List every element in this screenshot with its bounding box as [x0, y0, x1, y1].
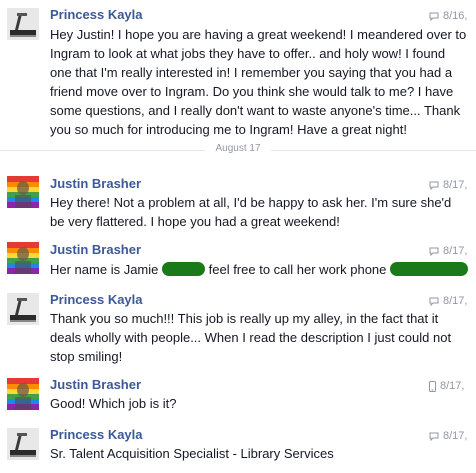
sender-name[interactable]: Princess Kayla: [50, 427, 143, 442]
message-time: 8/17,: [429, 295, 467, 307]
treadmill-avatar[interactable]: [7, 428, 39, 460]
message-body: Her name is Jamie feel free to call her …: [50, 260, 470, 279]
sender-name[interactable]: Justin Brasher: [50, 377, 141, 392]
rainbow-avatar[interactable]: [7, 176, 39, 208]
message-line: some questions, and I really don't want …: [50, 103, 461, 118]
sender-name[interactable]: Justin Brasher: [50, 242, 141, 257]
message-body: Good! Which job is it?: [50, 394, 470, 413]
treadmill-avatar[interactable]: [7, 8, 39, 40]
message-line: you so much for introducing me to Ingram…: [50, 122, 407, 137]
message-line: stop smiling!: [50, 349, 123, 364]
message-date: 8/17,: [443, 295, 468, 307]
message-date: 8/17,: [440, 380, 465, 392]
message-time: 8/17,: [429, 245, 467, 257]
message-line: Hey there! Not a problem at all, I'd be …: [50, 195, 452, 210]
treadmill-avatar[interactable]: [7, 293, 39, 325]
message-time: 8/17,: [429, 179, 467, 191]
sender-name[interactable]: Princess Kayla: [50, 292, 143, 307]
chat-bubble-icon: [429, 12, 439, 21]
rainbow-avatar[interactable]: [7, 242, 39, 274]
message-line: one that I'm really interested in! I rem…: [50, 65, 453, 80]
message-date: 8/17,: [443, 245, 468, 257]
sender-name[interactable]: Princess Kayla: [50, 7, 143, 22]
message-body: Hey there! Not a problem at all, I'd be …: [50, 193, 470, 231]
message-text: Her name is Jamie: [50, 262, 159, 277]
message-text: feel free to call her work phone: [208, 262, 387, 277]
message-date: 8/17,: [443, 430, 468, 442]
divider-date-label: August 17: [215, 143, 261, 154]
message-time: 8/16,: [429, 10, 467, 22]
message-body: Sr. Talent Acquisition Specialist - Libr…: [50, 444, 470, 463]
rainbow-avatar[interactable]: [7, 378, 39, 410]
message-line: Sr. Talent Acquisition Specialist - Libr…: [50, 446, 334, 461]
message-body: Hey Justin! I hope you are having a grea…: [50, 25, 470, 139]
message-line: Good! Which job is it?: [50, 396, 177, 411]
chat-bubble-icon: [429, 432, 439, 441]
message-line: deals wholly with people... When I read …: [50, 330, 452, 345]
message-date: 8/16,: [443, 10, 468, 22]
message-line: Thank you so much!!! This job is really …: [50, 311, 439, 326]
message-line: Her name is Jamie feel free to call her …: [50, 260, 470, 279]
divider-rule-right: [271, 150, 476, 151]
message-time: 8/17,: [429, 380, 464, 392]
chat-bubble-icon: [429, 247, 439, 256]
chat-bubble-icon: [429, 181, 439, 190]
message-line: Ingram to look at what jobs they have to…: [50, 46, 446, 61]
chat-bubble-icon: [429, 297, 439, 306]
redaction-mark: [162, 262, 205, 276]
message-time: 8/17,: [429, 430, 467, 442]
message-body: Thank you so much!!! This job is really …: [50, 309, 470, 366]
mobile-phone-icon: [429, 380, 436, 392]
message-line: Hey Justin! I hope you are having a grea…: [50, 27, 467, 42]
message-date: 8/17,: [443, 179, 468, 191]
date-divider: August 17: [0, 142, 476, 158]
message-line: friend move over to Ingram. Do you think…: [50, 84, 454, 99]
redaction-mark: [390, 262, 469, 276]
message-line: be very flattered. I hope you had a grea…: [50, 214, 340, 229]
sender-name[interactable]: Justin Brasher: [50, 176, 141, 191]
